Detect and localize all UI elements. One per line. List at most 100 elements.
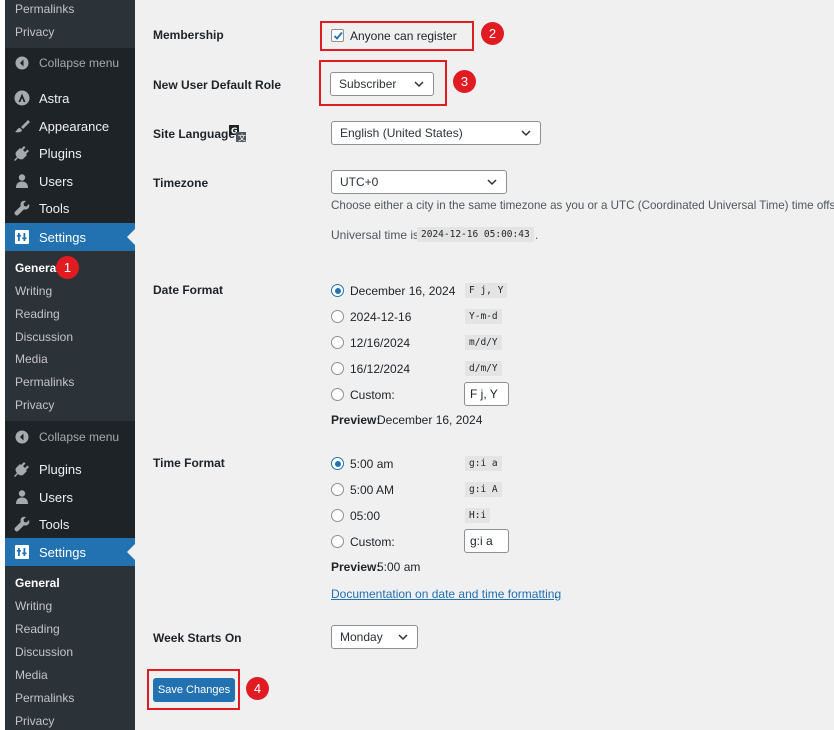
default-role-value: Subscriber bbox=[339, 77, 397, 91]
date-format-custom-label[interactable]: Custom: bbox=[350, 388, 395, 402]
date-format-code: d/m/Y bbox=[465, 361, 502, 376]
timezone-select[interactable]: UTC+0 bbox=[331, 170, 507, 194]
sidebar-item-label: Plugins bbox=[39, 145, 82, 161]
sidebar-sub-permalinks[interactable]: Permalinks bbox=[15, 2, 74, 16]
sidebar-sub-general[interactable]: General bbox=[15, 576, 60, 590]
time-format-option-label[interactable]: 5:00 AM bbox=[350, 483, 394, 497]
sidebar-sub-writing[interactable]: Writing bbox=[15, 284, 52, 298]
time-format-code: H:i bbox=[465, 508, 491, 523]
sidebar-sub-permalinks[interactable]: Permalinks bbox=[15, 691, 74, 705]
date-time-docs-link[interactable]: Documentation on date and time formattin… bbox=[331, 587, 561, 601]
date-format-custom-value: F j, Y bbox=[470, 387, 498, 401]
time-format-radio[interactable] bbox=[331, 483, 344, 496]
svg-text:文: 文 bbox=[238, 133, 246, 143]
sidebar-sub-discussion[interactable]: Discussion bbox=[15, 330, 73, 344]
sidebar-sub-media[interactable]: Media bbox=[15, 668, 48, 682]
sidebar-item-users[interactable]: Users bbox=[5, 483, 135, 511]
settings-form: Membership Anyone can register 2 New Use… bbox=[135, 0, 834, 730]
collapse-menu-button[interactable]: Collapse menu bbox=[5, 49, 135, 77]
plugins-icon bbox=[12, 143, 32, 163]
date-preview-label: Preview: bbox=[331, 413, 381, 427]
chevron-down-icon bbox=[414, 81, 424, 88]
sidebar-item-settings[interactable]: Settings bbox=[5, 223, 135, 251]
date-format-option-label[interactable]: 2024-12-16 bbox=[350, 310, 411, 324]
time-format-radio[interactable] bbox=[331, 457, 344, 470]
sidebar-sub-privacy[interactable]: Privacy bbox=[15, 714, 54, 728]
anyone-can-register-label[interactable]: Anyone can register bbox=[350, 29, 457, 43]
sidebar-sub-privacy[interactable]: Privacy bbox=[15, 25, 54, 39]
tools-wrench-icon bbox=[12, 514, 32, 534]
sidebar-item-plugins[interactable]: Plugins bbox=[5, 139, 135, 167]
time-format-option-label[interactable]: 05:00 bbox=[350, 509, 380, 523]
sidebar-item-tools[interactable]: Tools bbox=[5, 510, 135, 538]
sidebar-sub-media[interactable]: Media bbox=[15, 352, 48, 366]
date-format-radio[interactable] bbox=[331, 362, 344, 375]
date-format-radio[interactable] bbox=[331, 284, 344, 297]
chevron-down-icon bbox=[521, 130, 531, 137]
sidebar-item-label: Tools bbox=[39, 200, 70, 216]
sidebar-item-label: Users bbox=[39, 489, 73, 505]
time-format-radio[interactable] bbox=[331, 509, 344, 522]
site-language-select[interactable]: English (United States) bbox=[331, 121, 541, 145]
date-format-option-label[interactable]: 16/12/2024 bbox=[350, 362, 410, 376]
time-format-custom-label[interactable]: Custom: bbox=[350, 535, 395, 549]
date-format-custom-radio[interactable] bbox=[331, 388, 344, 401]
save-changes-button[interactable]: Save Changes bbox=[153, 678, 235, 702]
collapse-menu-button[interactable]: Collapse menu bbox=[5, 423, 135, 451]
sidebar-item-label: Settings bbox=[39, 229, 86, 245]
sidebar-sub-writing[interactable]: Writing bbox=[15, 599, 52, 613]
plugins-icon bbox=[12, 459, 32, 479]
wp-admin-screen: Permalinks Privacy Collapse menu Astra A… bbox=[0, 0, 834, 730]
universal-time-suffix: . bbox=[535, 228, 539, 242]
time-format-custom-radio[interactable] bbox=[331, 535, 344, 548]
sidebar-sub-reading[interactable]: Reading bbox=[15, 622, 60, 636]
chevron-down-icon bbox=[398, 634, 408, 641]
sidebar-sub-privacy[interactable]: Privacy bbox=[15, 398, 54, 412]
time-format-custom-value: g:i a bbox=[470, 534, 493, 548]
date-format-option-label[interactable]: December 16, 2024 bbox=[350, 284, 455, 298]
date-format-custom-input[interactable]: F j, Y bbox=[464, 382, 509, 406]
settings-icon bbox=[12, 542, 32, 562]
collapse-menu-label: Collapse menu bbox=[39, 430, 120, 444]
date-format-label: Date Format bbox=[153, 283, 224, 297]
time-preview-label: Preview: bbox=[331, 560, 381, 574]
sidebar-item-astra[interactable]: Astra bbox=[5, 84, 135, 112]
settings-icon bbox=[12, 227, 32, 247]
site-language-label: Site Language bbox=[153, 127, 236, 141]
sidebar-item-plugins[interactable]: Plugins bbox=[5, 455, 135, 483]
week-starts-value: Monday bbox=[340, 630, 383, 644]
sidebar-item-users[interactable]: Users bbox=[5, 167, 135, 195]
membership-label: Membership bbox=[153, 28, 224, 42]
default-role-select[interactable]: Subscriber bbox=[330, 72, 434, 96]
timezone-description: Choose either a city in the same timezon… bbox=[331, 199, 834, 212]
sidebar-sub-permalinks[interactable]: Permalinks bbox=[15, 375, 74, 389]
timezone-label: Timezone bbox=[153, 176, 209, 190]
sidebar-item-appearance[interactable]: Appearance bbox=[5, 112, 135, 140]
site-language-value: English (United States) bbox=[340, 126, 463, 140]
week-starts-select[interactable]: Monday bbox=[331, 625, 418, 649]
translation-icon: G文 bbox=[229, 125, 246, 145]
sidebar-item-tools[interactable]: Tools bbox=[5, 194, 135, 222]
sidebar-item-settings[interactable]: Settings bbox=[5, 538, 135, 566]
universal-time-prefix: Universal time is bbox=[331, 228, 420, 242]
sidebar-item-label: Appearance bbox=[39, 118, 110, 134]
sidebar-sub-reading[interactable]: Reading bbox=[15, 307, 60, 321]
time-preview-value: 5:00 am bbox=[377, 560, 421, 574]
time-format-code: g:i A bbox=[465, 482, 502, 497]
docs-link-suffix: . bbox=[554, 587, 558, 601]
users-icon bbox=[12, 171, 32, 191]
time-format-custom-input[interactable]: g:i a bbox=[464, 529, 509, 553]
date-format-radio[interactable] bbox=[331, 310, 344, 323]
collapse-menu-label: Collapse menu bbox=[39, 56, 120, 70]
time-format-option-label[interactable]: 5:00 am bbox=[350, 457, 393, 471]
sidebar-item-label: Settings bbox=[39, 544, 86, 560]
chevron-down-icon bbox=[487, 179, 497, 186]
sidebar-sub-general[interactable]: General bbox=[15, 261, 60, 275]
date-format-option-label[interactable]: 12/16/2024 bbox=[350, 336, 410, 350]
sidebar-item-label: Users bbox=[39, 173, 73, 189]
date-preview-value: December 16, 2024 bbox=[377, 413, 483, 427]
date-format-radio[interactable] bbox=[331, 336, 344, 349]
sidebar-sub-discussion[interactable]: Discussion bbox=[15, 645, 73, 659]
anyone-can-register-checkbox[interactable] bbox=[331, 29, 344, 42]
date-format-code: Y-m-d bbox=[465, 309, 502, 324]
